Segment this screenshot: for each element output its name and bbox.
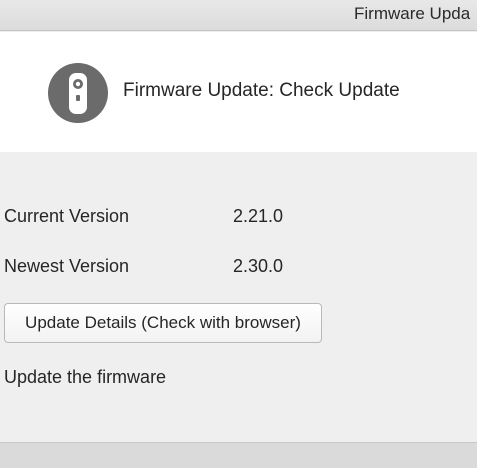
- page-title: Firmware Update: Check Update: [123, 80, 400, 101]
- bottom-bar: [0, 442, 477, 468]
- firmware-update-window: Firmware Upda Firmware Update: Check Upd…: [0, 0, 477, 468]
- window-title: Firmware Upda: [354, 4, 471, 23]
- page-header: Firmware Update: Check Update: [0, 32, 477, 152]
- update-firmware-link[interactable]: Update the firmware: [4, 367, 166, 388]
- current-version-label: Current Version: [4, 206, 130, 226]
- newest-version-label: Newest Version: [4, 256, 130, 276]
- current-version-value: 2.21.0: [233, 206, 284, 226]
- newest-version-value: 2.30.0: [233, 256, 284, 276]
- camera-device-icon: [48, 63, 108, 123]
- update-details-button[interactable]: Update Details (Check with browser): [4, 303, 322, 343]
- title-bar: Firmware Upda: [0, 0, 477, 31]
